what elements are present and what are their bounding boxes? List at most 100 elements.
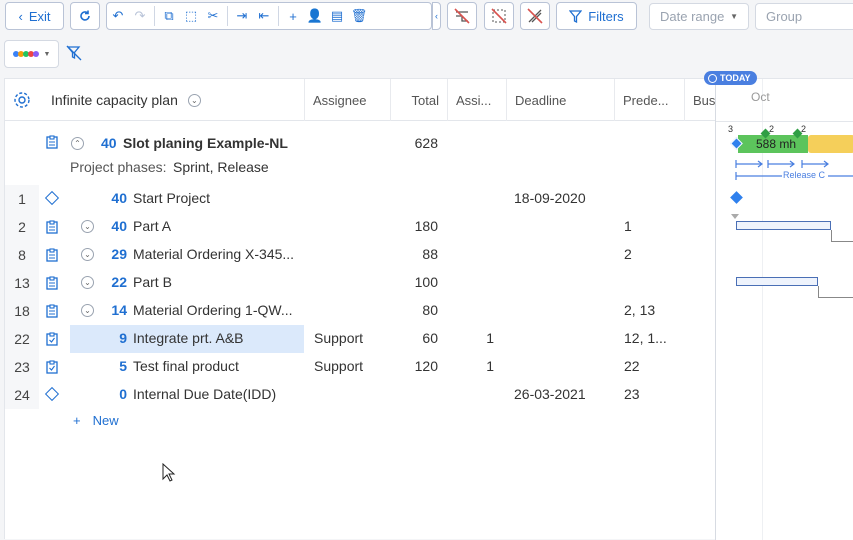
- cut-icon[interactable]: ✂: [202, 3, 224, 29]
- task-name[interactable]: Test final product: [133, 358, 239, 374]
- col-header-total[interactable]: Total: [391, 79, 448, 121]
- gantt-marker-3: 3: [728, 124, 734, 134]
- gantt-month: Oct: [751, 90, 770, 104]
- expand-chevron-icon[interactable]: ⌄: [81, 276, 94, 289]
- hide-dependencies-icon: [527, 8, 543, 24]
- duplicate-icon[interactable]: ⬚: [180, 3, 202, 29]
- color-scheme-button[interactable]: ▼: [4, 40, 59, 68]
- col-header-assignee[interactable]: Assignee: [305, 79, 391, 121]
- task-total[interactable]: 120: [391, 358, 438, 374]
- task-name[interactable]: Material Ordering X-345...: [133, 246, 294, 262]
- plan-name-header[interactable]: Infinite capacity plan ⌄: [43, 79, 305, 121]
- table-row[interactable]: 18 ⌄ 14 Material Ordering 1-QW... 80 2, 13: [5, 297, 715, 325]
- task-predecessors[interactable]: 12, 1...: [624, 330, 667, 346]
- details-icon[interactable]: ▤: [326, 3, 348, 29]
- trash-icon[interactable]: 🗑: [348, 3, 370, 29]
- task-name[interactable]: Start Project: [133, 190, 210, 206]
- task-total[interactable]: 80: [391, 302, 438, 318]
- hide-links-button[interactable]: [447, 2, 477, 30]
- project-total: 628: [414, 135, 438, 151]
- task-assigned[interactable]: 1: [448, 358, 494, 374]
- gantt-down-marker: [731, 214, 739, 219]
- col-header-assigned[interactable]: Assi...: [448, 79, 507, 121]
- table-row[interactable]: 2 ⌄ 40 Part A 180 1: [5, 213, 715, 241]
- today-badge[interactable]: TODAY: [704, 71, 757, 85]
- col-header-bus[interactable]: Bus: [685, 79, 715, 121]
- task-predecessors[interactable]: 23: [624, 386, 640, 402]
- settings-icon[interactable]: [5, 79, 41, 121]
- task-total[interactable]: 100: [391, 274, 438, 290]
- table-row[interactable]: 8 ⌄ 29 Material Ordering X-345... 88 2: [5, 241, 715, 269]
- col-assigned-label: Assi...: [456, 92, 492, 108]
- expand-chevron-icon[interactable]: ⌄: [81, 248, 94, 261]
- table-row[interactable]: 13 ⌄ 22 Part B 100: [5, 269, 715, 297]
- task-name[interactable]: Internal Due Date(IDD): [133, 386, 276, 402]
- gantt-bar-part-b[interactable]: [736, 277, 818, 286]
- task-deadline[interactable]: 18-09-2020: [514, 190, 586, 206]
- collapse-toolbar-button[interactable]: ‹: [432, 2, 441, 30]
- table-row[interactable]: 23 5 Test final product Support 120 1 22: [5, 353, 715, 381]
- table-row[interactable]: 22 9 Integrate prt. A&B Support 60 1 12, 1...: [5, 325, 715, 353]
- filters-button[interactable]: Filters: [556, 2, 637, 30]
- task-predecessors[interactable]: 22: [624, 358, 640, 374]
- task-assignee[interactable]: Support: [314, 330, 363, 346]
- caret-down-icon: ▼: [43, 50, 51, 58]
- table-row[interactable]: 24 0 Internal Due Date(IDD) 26-03-2021 23: [5, 381, 715, 409]
- task-num: 5: [119, 358, 127, 374]
- collapse-chevron-icon[interactable]: ⌃: [71, 137, 84, 150]
- gantt-chart: TODAY Oct 3 2 2 588 mh Release C: [704, 71, 853, 540]
- copy-icon[interactable]: ⧉: [158, 3, 180, 29]
- task-predecessors[interactable]: 1: [624, 218, 632, 234]
- task-num: 22: [111, 274, 127, 290]
- col-header-deadline[interactable]: Deadline: [507, 79, 615, 121]
- task-assigned[interactable]: 1: [448, 330, 494, 346]
- project-num: 40: [101, 135, 117, 151]
- task-name[interactable]: Material Ordering 1-QW...: [133, 302, 293, 318]
- task-name[interactable]: Part A: [133, 218, 171, 234]
- task-total[interactable]: 180: [391, 218, 438, 234]
- plus-icon: +: [73, 413, 81, 428]
- task-predecessors[interactable]: 2, 13: [624, 302, 655, 318]
- task-num: 40: [111, 218, 127, 234]
- task-predecessors[interactable]: 2: [624, 246, 632, 262]
- clear-filter-icon[interactable]: [66, 45, 82, 66]
- group-select[interactable]: Group: [755, 3, 853, 30]
- expand-chevron-icon[interactable]: ⌄: [81, 304, 94, 317]
- exit-button[interactable]: ‹ Exit: [5, 2, 64, 30]
- gantt-yellow-bar[interactable]: [808, 135, 853, 153]
- project-phases-label: Project phases:: [70, 159, 167, 175]
- task-name[interactable]: Part B: [133, 274, 172, 290]
- project-name: Slot planing Example-NL: [123, 135, 288, 151]
- date-range-select[interactable]: Date range ▼: [649, 3, 749, 30]
- task-check-icon: [46, 360, 58, 374]
- refresh-icon: [80, 10, 90, 21]
- gantt-start-milestone[interactable]: [730, 191, 743, 204]
- undo-icon[interactable]: ↶: [107, 3, 129, 29]
- add-user-icon[interactable]: 👤: [304, 3, 326, 29]
- caret-down-icon: ▼: [730, 12, 738, 21]
- task-total[interactable]: 88: [391, 246, 438, 262]
- hide-critical-button[interactable]: [484, 2, 514, 30]
- redo-icon[interactable]: ↷: [129, 3, 151, 29]
- gantt-bar-part-a[interactable]: [736, 221, 831, 230]
- task-deadline[interactable]: 26-03-2021: [514, 386, 586, 402]
- hide-dependencies-button[interactable]: [520, 2, 550, 30]
- project-row[interactable]: ⌃ 40 Slot planing Example-NL 628 Project…: [5, 123, 715, 181]
- task-assignee[interactable]: Support: [314, 358, 363, 374]
- clipboard-icon: [46, 248, 58, 262]
- indent-icon[interactable]: ⇥: [231, 3, 253, 29]
- task-name[interactable]: Integrate prt. A&B: [133, 330, 244, 346]
- add-icon[interactable]: +: [282, 3, 304, 29]
- exit-label: Exit: [28, 8, 51, 24]
- col-header-predecessors[interactable]: Prede...: [615, 79, 685, 121]
- new-task-button[interactable]: + New: [73, 413, 119, 428]
- group-placeholder: Group: [766, 9, 803, 24]
- expand-chevron-icon[interactable]: ⌄: [81, 220, 94, 233]
- refresh-button[interactable]: [70, 2, 100, 30]
- col-bus-label: Bus: [693, 92, 715, 108]
- row-id: 2: [5, 213, 39, 241]
- outdent-icon[interactable]: ⇤: [253, 3, 275, 29]
- chevron-down-icon[interactable]: ⌄: [187, 93, 201, 107]
- table-row[interactable]: 1 40 Start Project 18-09-2020: [5, 185, 715, 213]
- task-total[interactable]: 60: [391, 330, 438, 346]
